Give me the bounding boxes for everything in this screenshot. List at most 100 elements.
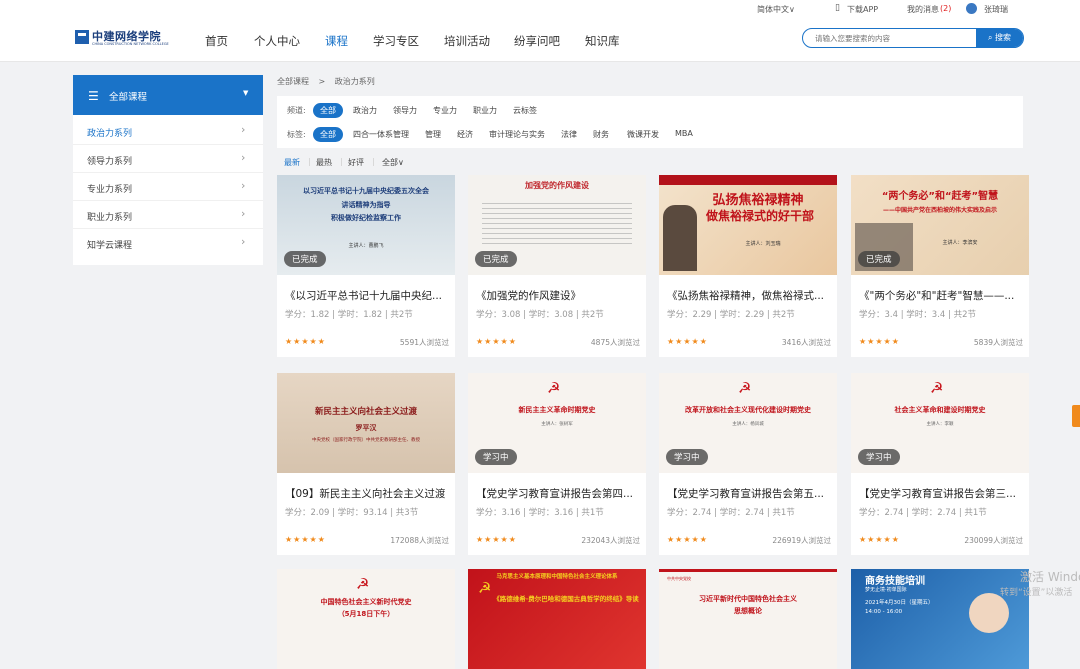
tag-micro-course[interactable]: 微课开发 — [627, 129, 659, 140]
download-app-link[interactable]: 下载APP — [847, 4, 878, 15]
course-title[interactable]: 【党史学习教育宣讲报告会第三... — [859, 486, 1023, 501]
course-title[interactable]: 《以习近平总书记十九届中央纪... — [285, 288, 449, 303]
course-card[interactable]: 新民主主义向社会主义过渡 罗平汉 中央党校（国家行政学院）中共党史教研部主任、教… — [277, 373, 455, 555]
rating-stars: ★★★★★ — [667, 535, 708, 544]
nav-training[interactable]: 培训活动 — [444, 33, 490, 49]
thumbnail-subtitle: ——中国共产党在西柏坡的伟大实践及启示 — [882, 207, 997, 214]
course-card[interactable]: 商务技能培训 梦无止境·初单国际 2021年4月30日（星期五） 14:00 -… — [851, 569, 1029, 669]
view-count: 5591人浏览过 — [399, 338, 449, 347]
tag-audit[interactable]: 审计理论与实务 — [489, 129, 545, 140]
view-count: 5839人浏览过 — [973, 338, 1023, 347]
tag-law[interactable]: 法律 — [561, 129, 577, 140]
thumbnail-title: “两个务必”和“赶考”智慧 — [881, 191, 999, 202]
course-meta: 学分：3.16 | 学时：3.16 | 共1节 — [476, 508, 604, 518]
course-card[interactable]: 加强党的作风建设 已完成 《加强党的作风建设》 学分：3.08 | 学时：3.0… — [468, 175, 646, 357]
breadcrumb-current: 政治力系列 — [334, 77, 375, 86]
course-meta: 学分：2.74 | 学时：2.74 | 共1节 — [859, 508, 987, 518]
course-title[interactable]: 【党史学习教育宣讲报告会第四... — [476, 486, 640, 501]
sort-rating[interactable]: 好评 — [348, 157, 364, 168]
course-thumbnail: ☭ 社会主义革命和建设时期党史 主讲人：李颖 学习中 — [851, 373, 1029, 473]
sort-all[interactable]: 全部∨ — [382, 157, 404, 168]
nav-knowledge-base[interactable]: 知识库 — [585, 33, 620, 49]
status-badge: 学习中 — [858, 449, 900, 465]
channel-professional[interactable]: 专业力 — [433, 105, 457, 116]
course-title[interactable]: 《弘扬焦裕禄精神，做焦裕禄式... — [667, 288, 831, 303]
tag-four-in-one[interactable]: 四合一体系管理 — [353, 129, 409, 140]
course-card[interactable]: “两个务必”和“赶考”智慧 ——中国共产党在西柏坡的伟大实践及启示 主讲人：李滨… — [851, 175, 1029, 357]
list-icon: ☰ — [88, 89, 99, 103]
user-name[interactable]: 张琦瑞 — [984, 4, 1008, 15]
channel-leadership[interactable]: 领导力 — [393, 105, 417, 116]
sort-newest[interactable]: 最新 — [284, 157, 300, 168]
sidebar-item-zhixueyun[interactable]: 知学云课程 › — [73, 229, 263, 257]
thumbnail-speaker: 主讲人：刘玉瑞 — [745, 241, 781, 247]
search-button[interactable]: ⌕ 搜索 — [976, 29, 1023, 47]
sidebar-item-leadership[interactable]: 领导力系列 › — [73, 145, 263, 173]
nav-home[interactable]: 首页 — [205, 33, 228, 49]
course-meta: 学分：2.09 | 学时：93.14 | 共3节 — [285, 508, 419, 518]
thumbnail-title: 加强党的作风建设 — [525, 181, 589, 190]
all-courses-header[interactable]: ☰ 全部课程 ▼ — [73, 75, 263, 115]
course-meta: 学分：1.82 | 学时：1.82 | 共2节 — [285, 310, 413, 320]
course-title[interactable]: 《"两个务必"和"赶考"智慧——... — [859, 288, 1023, 303]
utility-bar: 简体中文∨ ▯ 下载APP 我的消息 (2) 张琦瑞 — [0, 0, 1080, 20]
view-count: 230099人浏览过 — [964, 536, 1023, 545]
language-select[interactable]: 简体中文∨ — [757, 4, 795, 15]
nav-personal-center[interactable]: 个人中心 — [254, 33, 300, 49]
tag-management[interactable]: 管理 — [425, 129, 441, 140]
chevron-right-icon: › — [241, 179, 246, 192]
thumbnail-subtitle: 罗平汉 — [355, 424, 377, 432]
course-thumbnail: ☭ 中国特色社会主义新时代党史 （5月18日下午） — [277, 569, 455, 669]
course-card[interactable]: ☭ 马克思主义基本原理和中国特色社会主义理论体系 《路德维希·费尔巴哈和德国古典… — [468, 569, 646, 669]
party-emblem-icon: ☭ — [547, 379, 561, 397]
course-card[interactable]: 以习近平总书记十九届中央纪委五次全会 讲话精神为指导 积极做好纪检监察工作 主讲… — [277, 175, 455, 357]
search-input[interactable] — [803, 29, 977, 47]
tag-economy[interactable]: 经济 — [457, 129, 473, 140]
thumbnail-subtitle: 做焦裕禄式的好干部 — [705, 209, 814, 223]
nav-study-zone[interactable]: 学习专区 — [373, 33, 419, 49]
nav-qa[interactable]: 纷享问吧 — [514, 33, 560, 49]
course-card[interactable]: 中共中央党校 习近平新时代中国特色社会主义 思想概论 — [659, 569, 837, 669]
breadcrumb: 全部课程 > 政治力系列 — [277, 76, 375, 87]
course-card[interactable]: ☭ 社会主义革命和建设时期党史 主讲人：李颖 学习中 【党史学习教育宣讲报告会第… — [851, 373, 1029, 555]
thumbnail-subtitle: 积极做好纪检监察工作 — [331, 214, 401, 222]
course-title[interactable]: 《加强党的作风建设》 — [476, 288, 640, 303]
course-card[interactable]: 弘扬焦裕禄精神 做焦裕禄式的好干部 主讲人：刘玉瑞 《弘扬焦裕禄精神，做焦裕禄式… — [659, 175, 837, 357]
course-card[interactable]: ☭ 新民主主义革命时期党史 主讲人：张树军 学习中 【党史学习教育宣讲报告会第四… — [468, 373, 646, 555]
status-badge: 已完成 — [858, 251, 900, 267]
channel-all[interactable]: 全部 — [313, 103, 343, 118]
sidebar-item-label: 政治力系列 — [87, 129, 133, 139]
thumbnail-title: 习近平新时代中国特色社会主义 — [699, 595, 797, 603]
breadcrumb-root[interactable]: 全部课程 — [277, 77, 309, 86]
rating-stars: ★★★★★ — [667, 337, 708, 346]
thumbnail-speaker: 主讲人：李颖 — [926, 422, 954, 427]
sort-hottest[interactable]: 最热 — [316, 157, 332, 168]
rating-stars: ★★★★★ — [859, 535, 900, 544]
course-card[interactable]: ☭ 改革开放和社会主义现代化建设时期党史 主讲人：杨凤城 学习中 【党史学习教育… — [659, 373, 837, 555]
sidebar-item-professional[interactable]: 专业力系列 › — [73, 173, 263, 201]
channel-career[interactable]: 职业力 — [473, 105, 497, 116]
category-sidebar: ☰ 全部课程 ▼ 政治力系列 › 领导力系列 › 专业力系列 › 职业力系列 › 知学云… — [73, 75, 263, 265]
sort-divider: | — [372, 157, 375, 166]
nav-courses[interactable]: 课程 — [325, 33, 348, 49]
course-title[interactable]: 【09】新民主主义向社会主义过渡 — [285, 486, 449, 501]
course-title[interactable]: 【党史学习教育宣讲报告会第五... — [667, 486, 831, 501]
sidebar-item-political[interactable]: 政治力系列 › — [73, 117, 263, 145]
site-logo[interactable]: 中建网络学院 CHINA CONSTRUCTION NETWORK COLLEG… — [75, 28, 175, 50]
channel-cloud-tag[interactable]: 云标签 — [513, 105, 537, 116]
avatar-icon[interactable] — [966, 3, 977, 14]
sidebar-item-career[interactable]: 职业力系列 › — [73, 201, 263, 229]
tag-all[interactable]: 全部 — [313, 127, 343, 142]
side-float-tab[interactable] — [1072, 405, 1080, 427]
channel-political[interactable]: 政治力 — [353, 105, 377, 116]
phone-icon: ▯ — [835, 3, 840, 13]
course-card[interactable]: ☭ 中国特色社会主义新时代党史 （5月18日下午） — [277, 569, 455, 669]
sidebar-item-label: 领导力系列 — [87, 157, 133, 167]
party-emblem-icon: ☭ — [356, 575, 370, 593]
my-messages-link[interactable]: 我的消息 — [907, 4, 939, 15]
party-emblem-icon: ☭ — [738, 379, 752, 397]
search-icon: ⌕ — [987, 33, 996, 42]
tag-mba[interactable]: MBA — [675, 129, 693, 138]
tag-finance[interactable]: 财务 — [593, 129, 609, 140]
rating-stars: ★★★★★ — [476, 337, 517, 346]
